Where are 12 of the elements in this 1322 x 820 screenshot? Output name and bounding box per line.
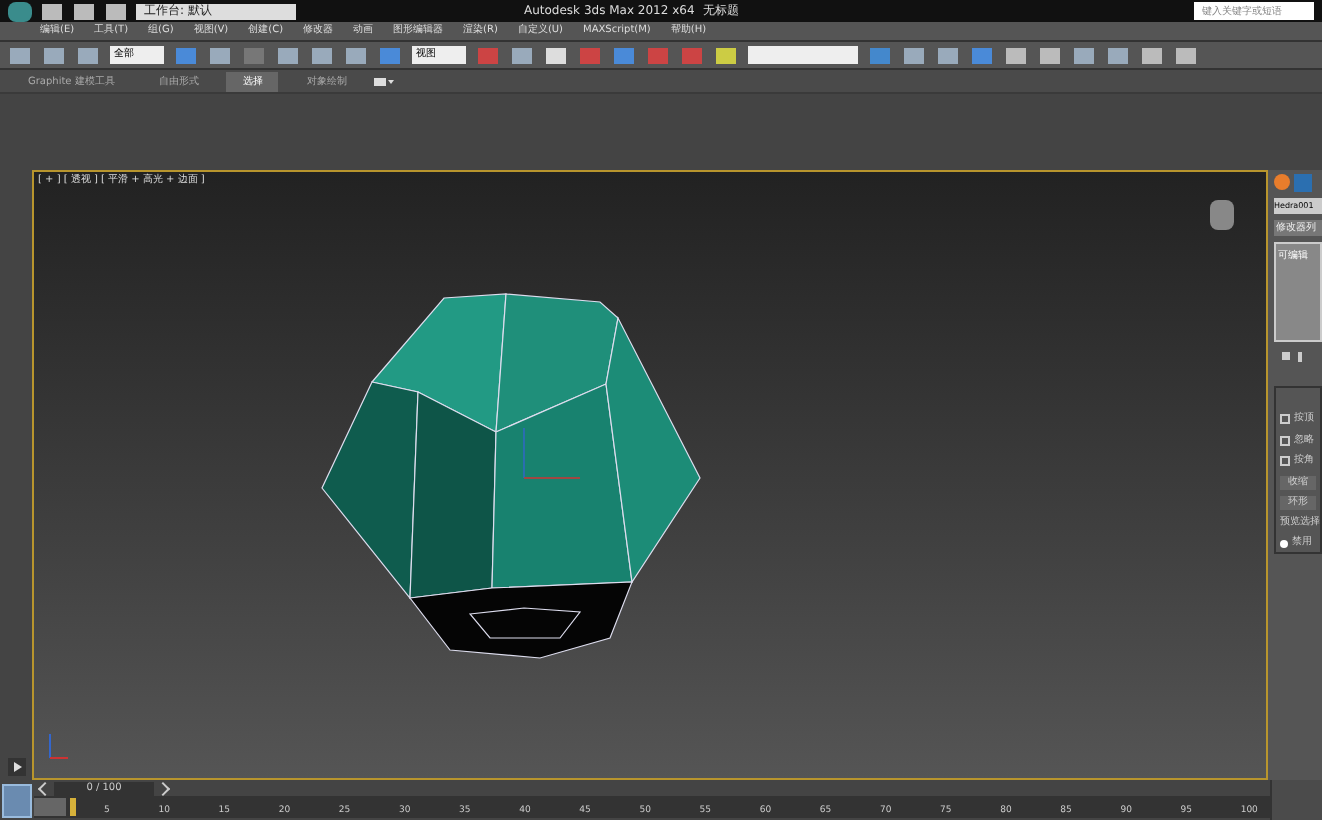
play-icon[interactable] <box>7 758 25 776</box>
checkbox[interactable] <box>1280 456 1290 467</box>
app-logo-icon[interactable] <box>8 1 32 21</box>
current-frame-marker <box>70 798 76 816</box>
mini-viewport-thumbnail[interactable] <box>2 784 32 818</box>
checkbox[interactable] <box>1280 414 1290 425</box>
axis-gizmo-icon <box>523 427 581 479</box>
dropdown-caret-icon[interactable] <box>374 75 395 87</box>
radio-button[interactable] <box>1280 539 1288 548</box>
viewcube-icon[interactable] <box>1210 200 1234 230</box>
world-axis-icon <box>49 733 69 759</box>
checkbox[interactable] <box>1280 435 1290 446</box>
